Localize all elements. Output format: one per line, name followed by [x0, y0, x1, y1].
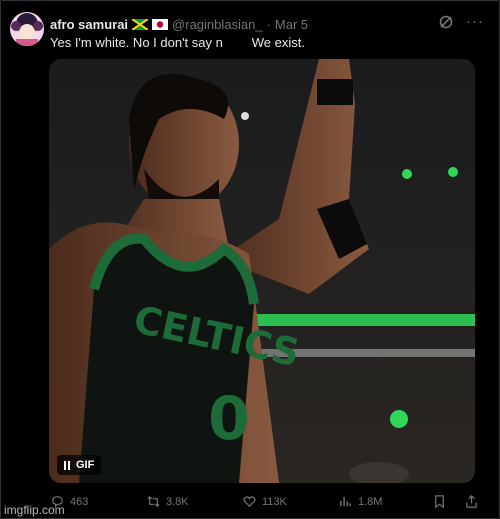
like-count: 113K: [262, 495, 287, 508]
separator-dot: ·: [266, 16, 271, 32]
pause-icon[interactable]: [64, 460, 70, 470]
bookmark-icon: [435, 495, 444, 509]
repost-icon: [147, 495, 160, 508]
gif-label: GIF: [76, 459, 95, 471]
japan-flag-icon: [152, 18, 169, 30]
gif-frame-image: CELTICS 0: [49, 59, 475, 483]
share-button[interactable]: [464, 494, 479, 509]
post-date[interactable]: Mar 5: [275, 17, 308, 32]
tweet-header: afro samurai @raginblasian_ · Mar 5: [50, 15, 460, 33]
repost-button[interactable]: 3.8K: [146, 494, 189, 509]
jamaica-flag-icon: [132, 18, 149, 30]
repost-count: 3.8K: [166, 495, 189, 508]
ellipsis-icon[interactable]: ···: [466, 13, 484, 31]
like-button[interactable]: 113K: [242, 494, 287, 509]
user-handle[interactable]: @raginblasian_: [172, 17, 263, 32]
share-icon: [466, 495, 477, 508]
tweet-text: Yes I'm white. No I don't say n We exist…: [50, 35, 305, 50]
views-button[interactable]: 1.8M: [338, 494, 382, 509]
bookmark-button[interactable]: [432, 494, 447, 509]
jersey-number: 0: [208, 384, 250, 454]
watermark: imgflip.com: [4, 503, 65, 517]
display-name[interactable]: afro samurai: [50, 17, 128, 32]
reply-count: 463: [70, 495, 89, 508]
views-chart-icon: [340, 496, 351, 507]
action-bar: 463 3.8K 113K 1.8M: [50, 494, 490, 514]
gif-media[interactable]: CELTICS 0 GIF: [49, 59, 475, 483]
grok-icon[interactable]: [438, 14, 454, 30]
gif-badge[interactable]: GIF: [57, 455, 102, 475]
heart-icon: [243, 496, 256, 508]
views-count: 1.8M: [358, 495, 383, 508]
avatar-image: [10, 12, 44, 46]
avatar[interactable]: [10, 12, 44, 46]
